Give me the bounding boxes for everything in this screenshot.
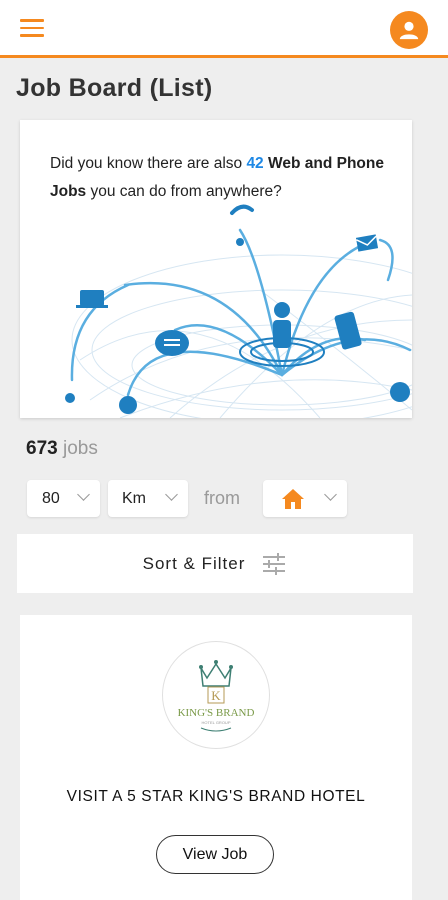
user-avatar-button[interactable] bbox=[390, 11, 428, 49]
view-job-button[interactable]: View Job bbox=[156, 835, 274, 874]
distance-value: 80 bbox=[42, 489, 60, 507]
promo-job-count: 42 bbox=[246, 155, 264, 172]
promo-text-start: Did you know there are also bbox=[50, 155, 247, 172]
promo-text-end: you can do from anywhere? bbox=[86, 183, 282, 200]
jobs-count-label: jobs bbox=[57, 438, 98, 459]
chevron-down-icon bbox=[165, 488, 178, 501]
user-icon bbox=[399, 21, 419, 40]
logo-letter: K bbox=[211, 688, 221, 703]
logo-text: KING'S BRAND bbox=[178, 707, 255, 719]
jobs-count: 673 jobs bbox=[26, 438, 98, 460]
job-card[interactable]: K KING'S BRAND HOTEL GROUP VISIT A 5 STA… bbox=[20, 615, 412, 900]
location-dropdown[interactable] bbox=[263, 480, 347, 517]
remote-jobs-promo-card[interactable]: Did you know there are also 42 Web and P… bbox=[20, 120, 412, 418]
chevron-down-icon bbox=[77, 488, 90, 501]
hamburger-menu-icon[interactable] bbox=[20, 19, 48, 41]
global-network-illustration bbox=[65, 204, 412, 418]
sort-filter-label: Sort & Filter bbox=[142, 553, 246, 573]
chevron-down-icon bbox=[324, 488, 337, 501]
logo-subtext: HOTEL GROUP bbox=[202, 720, 231, 725]
sort-filter-button[interactable]: Sort & Filter bbox=[17, 534, 413, 593]
job-title: VISIT A 5 STAR KING'S BRAND HOTEL bbox=[66, 788, 366, 805]
page-title: Job Board (List) bbox=[16, 74, 213, 102]
jobs-count-number: 673 bbox=[26, 438, 58, 459]
distance-dropdown[interactable]: 80 bbox=[27, 480, 100, 517]
home-icon bbox=[282, 489, 304, 509]
top-app-bar bbox=[0, 0, 448, 58]
unit-dropdown[interactable]: Km bbox=[108, 480, 188, 517]
promo-text: Did you know there are also 42 Web and P… bbox=[50, 150, 386, 206]
from-label: from bbox=[204, 488, 240, 508]
sliders-icon bbox=[263, 552, 286, 575]
company-logo: K KING'S BRAND HOTEL GROUP bbox=[162, 641, 270, 749]
unit-value: Km bbox=[122, 489, 146, 507]
